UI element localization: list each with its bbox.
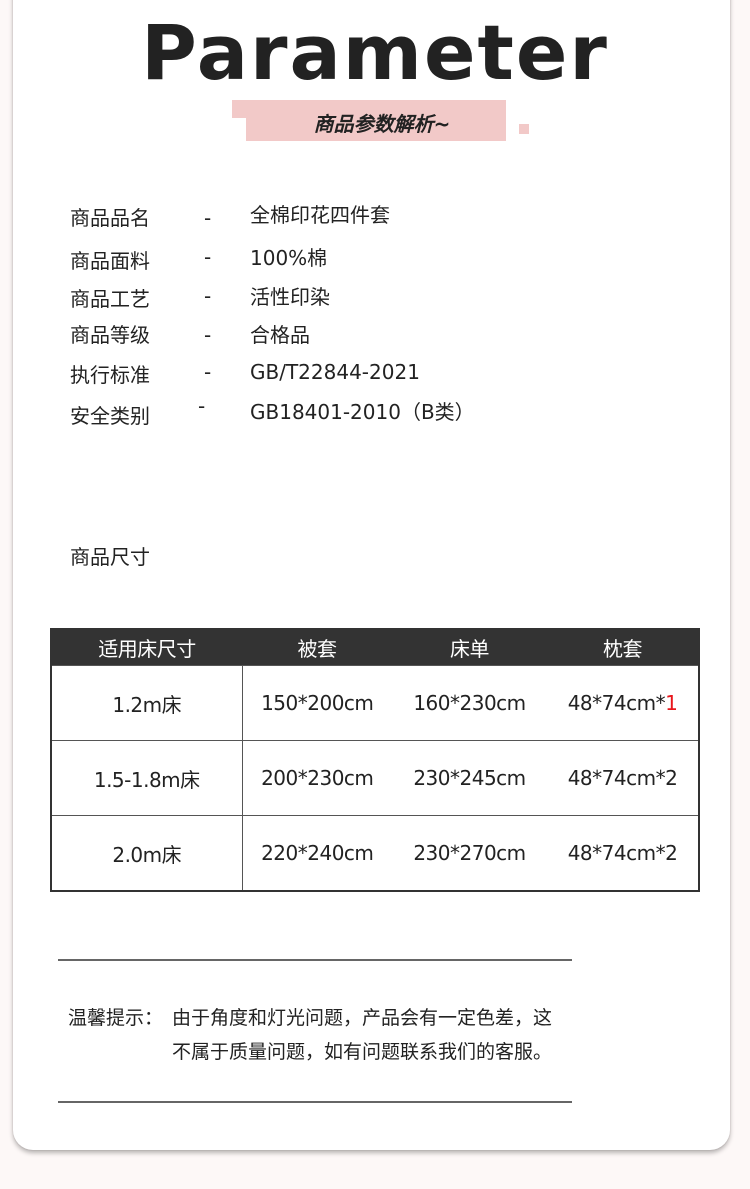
pillow-size-cell: 48*74cm*1 — [547, 665, 699, 741]
notice-text-line1: 由于角度和灯光问题，产品会有一定色差，这 — [172, 1007, 553, 1029]
param-value: GB/T22844-2021 — [250, 360, 420, 384]
table-row: 1.5-1.8m床 200*230cm 230*245cm 48*74cm*2 — [51, 740, 699, 816]
param-label: 商品等级 — [70, 323, 150, 347]
table-row: 1.2m床 150*200cm 160*230cm 48*74cm*1 — [51, 665, 699, 741]
divider-bottom — [58, 1101, 572, 1103]
pillow-size: 48*74cm* — [567, 691, 666, 715]
sheet-size-cell: 160*230cm — [392, 665, 547, 741]
table-header-row: 适用床尺寸 被套 床单 枕套 — [51, 629, 699, 666]
column-header: 床单 — [392, 629, 547, 666]
param-label: 商品面料 — [70, 249, 150, 273]
parameter-card — [13, 0, 730, 1150]
table-row: 2.0m床 220*240cm 230*270cm 48*74cm*2 — [51, 815, 699, 891]
param-label: 执行标准 — [70, 363, 150, 387]
pillow-quantity: 2 — [665, 766, 678, 790]
pillow-size: 48*74cm* — [567, 841, 666, 865]
pillow-quantity: 1 — [665, 691, 678, 715]
pillow-size-cell: 48*74cm*2 — [547, 815, 699, 891]
duvet-size-cell: 200*230cm — [242, 740, 392, 816]
pillow-size: 48*74cm* — [567, 766, 666, 790]
notice-label: 温馨提示： — [68, 1007, 164, 1029]
page-title: Parameter — [141, 8, 609, 97]
param-label: 安全类别 — [70, 404, 150, 428]
sheet-size-cell: 230*270cm — [392, 815, 547, 891]
sheet-size-cell: 230*245cm — [392, 740, 547, 816]
param-value: 全棉印花四件套 — [250, 203, 390, 227]
divider-top — [58, 959, 572, 961]
column-header: 被套 — [242, 629, 392, 666]
param-value: GB18401-2010（B类） — [250, 400, 475, 424]
duvet-size-cell: 150*200cm — [242, 665, 392, 741]
param-separator: - — [204, 245, 212, 269]
notice-text-line2: 不属于质量问题，如有问题联系我们的客服。 — [172, 1041, 553, 1063]
param-separator: - — [204, 206, 212, 230]
size-section-title: 商品尺寸 — [70, 545, 150, 569]
bed-size-cell: 1.5-1.8m床 — [51, 740, 243, 816]
param-separator: - — [198, 394, 206, 418]
param-value: 合格品 — [250, 323, 310, 347]
column-header: 枕套 — [547, 629, 699, 666]
param-separator: - — [204, 284, 212, 308]
param-value: 活性印染 — [250, 285, 330, 309]
duvet-size-cell: 220*240cm — [242, 815, 392, 891]
param-value: 100%棉 — [250, 246, 328, 270]
bed-size-cell: 1.2m床 — [51, 665, 243, 741]
param-separator: - — [204, 323, 212, 347]
pillow-quantity: 2 — [665, 841, 678, 865]
param-label: 商品工艺 — [70, 287, 150, 311]
bed-size-cell: 2.0m床 — [51, 815, 243, 891]
param-separator: - — [204, 360, 212, 384]
subtitle: 商品参数解析~ — [313, 112, 451, 136]
pillow-size-cell: 48*74cm*2 — [547, 740, 699, 816]
column-header: 适用床尺寸 — [51, 629, 242, 666]
size-table: 适用床尺寸 被套 床单 枕套 1.2m床 150*200cm 160*230cm… — [50, 628, 700, 892]
param-label: 商品品名 — [70, 206, 150, 230]
